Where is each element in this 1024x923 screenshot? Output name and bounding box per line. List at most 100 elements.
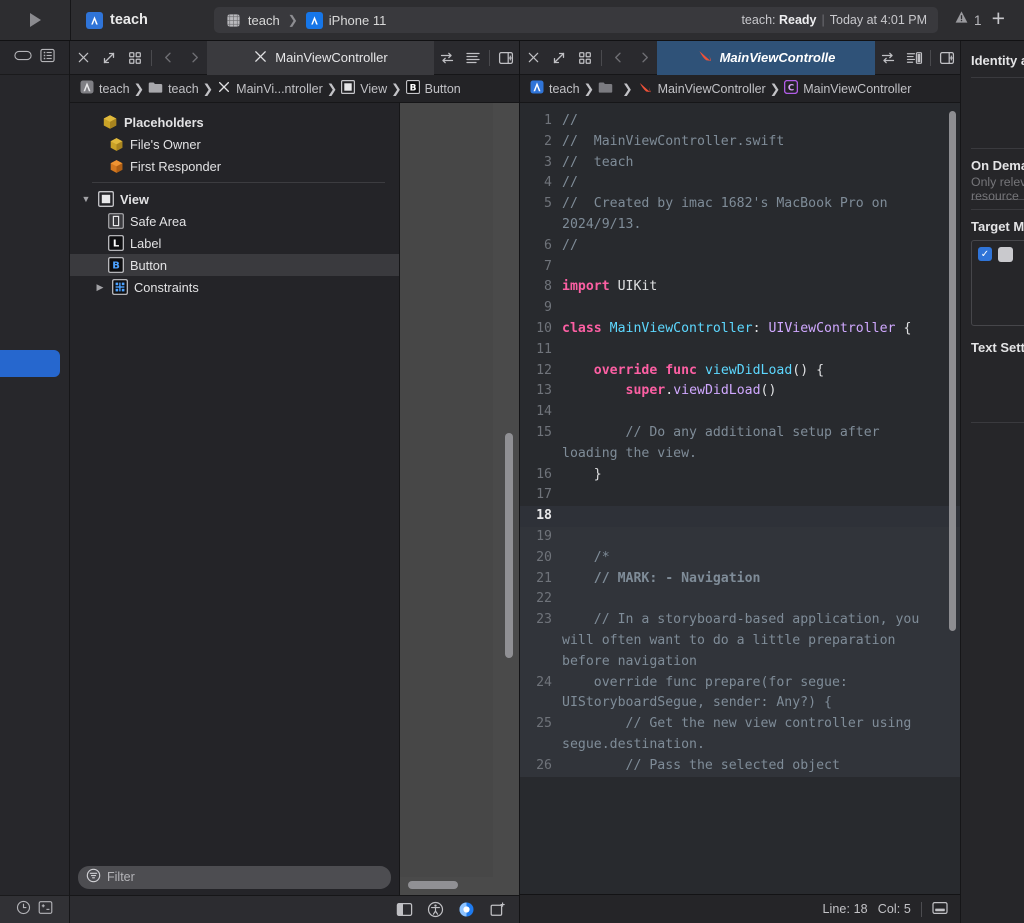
- breadcrumb-item-folder[interactable]: [598, 81, 618, 97]
- code-line[interactable]: 12 override func viewDidLoad() {: [520, 361, 960, 382]
- code-text-area[interactable]: 1 // 2 // MainViewController.swift 3 // teach…: [520, 103, 960, 894]
- code-line[interactable]: 25 // Get the new view controller using …: [520, 714, 960, 756]
- code-line[interactable]: 17: [520, 485, 960, 506]
- minimap-icon[interactable]: [901, 41, 927, 75]
- canvas-vertical-scrollbar[interactable]: [505, 433, 513, 658]
- code-line[interactable]: 16 }: [520, 465, 960, 486]
- project-chip[interactable]: teach: [86, 11, 148, 29]
- code-line[interactable]: 21 // MARK: - Navigation: [520, 568, 960, 590]
- expand-icon[interactable]: [546, 41, 572, 75]
- scheme-target[interactable]: teach: [225, 12, 280, 29]
- storyboard-canvas[interactable]: [400, 103, 519, 895]
- breadcrumb-item-swift[interactable]: MainViewController: [637, 80, 766, 98]
- navigator-selected-item[interactable]: [0, 350, 60, 377]
- code-line[interactable]: 20 /*: [520, 547, 960, 569]
- back-chevron-icon[interactable]: [605, 41, 631, 75]
- outline-row-button[interactable]: B Button: [70, 254, 399, 276]
- assistant-editor-icon[interactable]: [434, 41, 460, 75]
- code-line[interactable]: 18: [520, 506, 960, 527]
- target-membership-list[interactable]: ✓: [971, 240, 1024, 326]
- breadcrumb-item-button[interactable]: B Button: [405, 80, 461, 97]
- inspector-toggle-icon[interactable]: [934, 41, 960, 75]
- code-active-tab[interactable]: MainViewControlle: [657, 40, 875, 75]
- canvas-horizontal-scrollbar[interactable]: [408, 881, 458, 889]
- swift-icon: [697, 48, 713, 67]
- code-line[interactable]: 7: [520, 257, 960, 278]
- assistant-editor-icon[interactable]: [875, 41, 901, 75]
- target-checkbox[interactable]: ✓: [978, 247, 992, 261]
- outline-row-constraints[interactable]: ▶ Constraints: [70, 276, 399, 298]
- code-line[interactable]: 24 override func prepare(for segue: UISt…: [520, 672, 960, 715]
- chevron-right-icon[interactable]: ▶: [94, 282, 106, 293]
- outline-row-view[interactable]: ▼ View: [70, 188, 399, 210]
- expand-icon[interactable]: [96, 41, 122, 75]
- outline-row-files-owner[interactable]: File's Owner: [70, 133, 399, 155]
- scheme-bar[interactable]: teach ❯ iPhone 11 teach: Ready | Today at …: [213, 7, 939, 33]
- issue-counter[interactable]: 1: [954, 10, 982, 30]
- code-line[interactable]: 26 // Pass the selected object: [520, 755, 960, 777]
- chevron-down-icon[interactable]: ▼: [80, 194, 92, 204]
- forward-chevron-icon[interactable]: [631, 41, 657, 75]
- plus-minus-icon[interactable]: [38, 900, 53, 920]
- add-editor-button[interactable]: +: [986, 7, 1011, 33]
- code-line[interactable]: 15 // Do any additional setup after load…: [520, 423, 960, 465]
- code-line[interactable]: 4 //: [520, 173, 960, 194]
- code-line[interactable]: 9: [520, 298, 960, 319]
- canvas-surface[interactable]: [400, 103, 493, 877]
- outline-row-placeholders[interactable]: Placeholders: [70, 111, 399, 133]
- back-chevron-icon[interactable]: [155, 41, 181, 75]
- code-vertical-scrollbar[interactable]: [949, 111, 956, 631]
- code-line[interactable]: 8 import UIKit: [520, 277, 960, 298]
- code-lines[interactable]: 1 // 2 // MainViewController.swift 3 // teach…: [520, 103, 960, 894]
- grid-icon[interactable]: [122, 41, 148, 75]
- line-content: // MARK: - Navigation: [562, 569, 960, 590]
- view-as-icon[interactable]: [389, 896, 420, 923]
- code-token: /*: [562, 549, 610, 565]
- code-line[interactable]: 19: [520, 526, 960, 548]
- line-content: // In a storyboard-based application, yo…: [562, 610, 960, 672]
- svg-text:B: B: [409, 83, 416, 93]
- breadcrumb-item-project[interactable]: teach: [530, 80, 580, 97]
- code-line[interactable]: 5 // Created by imac 1682's MacBook Pro o…: [520, 194, 960, 236]
- close-icon[interactable]: [70, 41, 96, 75]
- breadcrumb-item-project[interactable]: teach: [80, 80, 130, 97]
- add-variation-icon[interactable]: [482, 896, 513, 923]
- code-line[interactable]: 1 //: [520, 111, 960, 132]
- code-line[interactable]: 2 // MainViewController.swift: [520, 132, 960, 153]
- breadcrumb-label: MainVi...ntroller: [236, 81, 323, 96]
- code-line[interactable]: 22: [520, 589, 960, 611]
- minimap-icon[interactable]: [460, 41, 486, 75]
- code-line[interactable]: 10 class MainViewController: UIViewContro…: [520, 319, 960, 340]
- breadcrumb-item-folder[interactable]: teach: [148, 81, 199, 97]
- run-button[interactable]: [24, 9, 46, 31]
- appearance-icon[interactable]: [451, 896, 482, 923]
- code-line[interactable]: 6 //: [520, 236, 960, 257]
- code-line[interactable]: 13 super.viewDidLoad(): [520, 381, 960, 402]
- breadcrumb-item-class[interactable]: C MainViewController: [784, 79, 911, 97]
- outline-row-label[interactable]: L Label: [70, 232, 399, 254]
- clock-icon[interactable]: [16, 900, 31, 920]
- line-number: 19: [536, 528, 552, 544]
- capsule-icon[interactable]: [14, 49, 32, 67]
- breadcrumb-item-view[interactable]: View: [341, 80, 387, 97]
- grid-icon[interactable]: [572, 41, 598, 75]
- close-icon[interactable]: [520, 41, 546, 75]
- status-separator: |: [821, 13, 825, 27]
- ib-active-tab[interactable]: MainViewController: [207, 40, 434, 75]
- outline-row-safe-area[interactable]: Safe Area: [70, 210, 399, 232]
- breadcrumb-item-xib[interactable]: MainVi...ntroller: [217, 80, 323, 97]
- on-demand-tags-input[interactable]: Only relevant if resource: [971, 175, 1024, 203]
- forward-chevron-icon[interactable]: [181, 41, 207, 75]
- inspector-toggle-icon[interactable]: [493, 41, 519, 75]
- code-line[interactable]: 3 // teach: [520, 153, 960, 174]
- accessibility-icon[interactable]: [420, 896, 451, 923]
- filter-input[interactable]: Filter: [78, 865, 391, 889]
- wrap-lines-icon[interactable]: [932, 901, 948, 918]
- code-line[interactable]: 11: [520, 340, 960, 361]
- scheme-device[interactable]: iPhone 11: [305, 11, 386, 29]
- code-line[interactable]: 23 // In a storyboard-based application,…: [520, 610, 960, 673]
- line-number: 15: [536, 424, 552, 440]
- outline-row-first-responder[interactable]: First Responder: [70, 155, 399, 177]
- code-line[interactable]: 14: [520, 402, 960, 423]
- list-icon[interactable]: [40, 48, 55, 68]
